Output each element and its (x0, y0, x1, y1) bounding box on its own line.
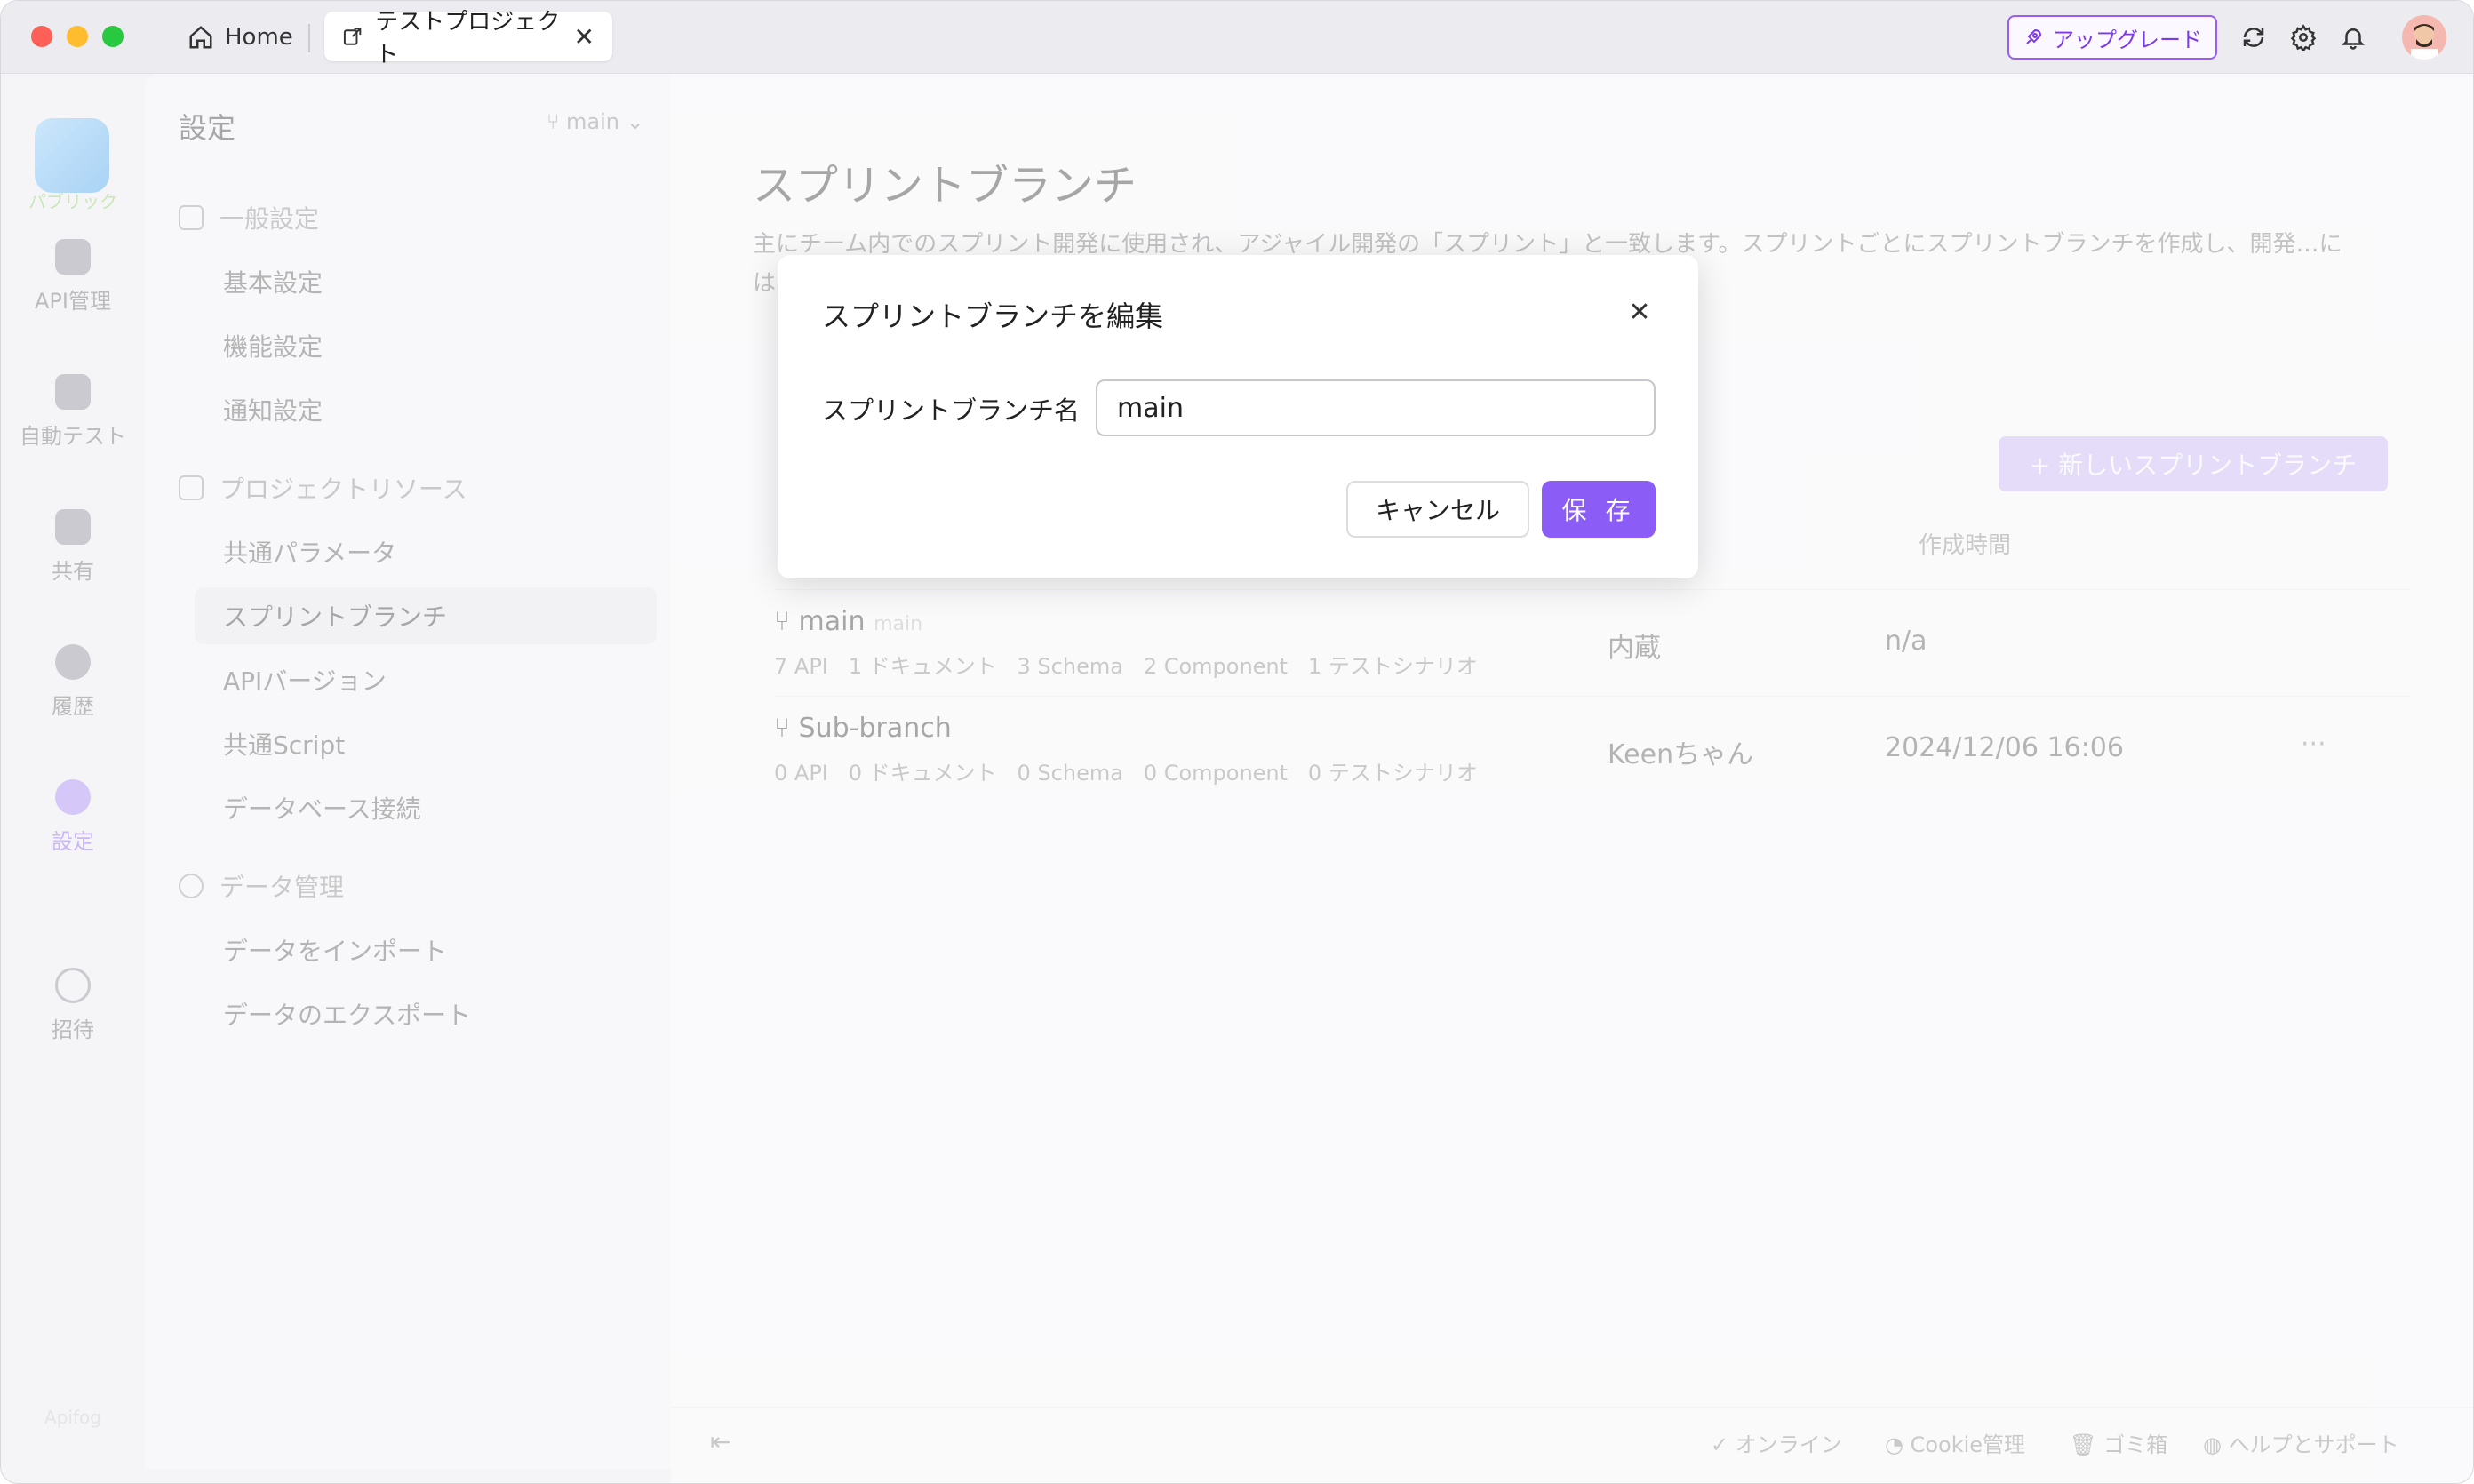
branch-name-input[interactable] (1096, 379, 1656, 436)
tab-close-icon[interactable]: ✕ (574, 22, 595, 52)
home-icon (189, 26, 212, 49)
save-button[interactable]: 保 存 (1542, 481, 1656, 538)
close-window-button[interactable] (31, 26, 52, 47)
gear-icon[interactable] (2286, 20, 2320, 54)
tab-home[interactable]: Home (188, 15, 293, 60)
upgrade-label: アップグレード (2053, 27, 2202, 52)
branch-name-label: スプリントブランチ名 (822, 395, 1081, 426)
avatar[interactable] (2402, 15, 2446, 60)
title-bar: Home テストプロジェクト ✕ アップグレード (1, 1, 2473, 74)
tab-home-label: Home (225, 24, 293, 51)
tab-divider (308, 24, 310, 52)
tab-project-label: テストプロジェクト (375, 9, 561, 68)
tab-project[interactable]: テストプロジェクト ✕ (324, 9, 612, 68)
refresh-icon[interactable] (2237, 20, 2270, 54)
maximize-window-button[interactable] (102, 26, 124, 47)
cancel-button[interactable]: キャンセル (1346, 481, 1529, 538)
close-icon[interactable]: ✕ (1624, 296, 1656, 328)
external-link-icon (343, 28, 362, 45)
edit-sprint-branch-dialog: スプリントブランチを編集 ✕ スプリントブランチ名 キャンセル 保 存 (778, 255, 1698, 578)
app-window: Home テストプロジェクト ✕ アップグレード パブリック API管理 自動テ… (0, 0, 2474, 1484)
rocket-icon (2026, 28, 2042, 44)
upgrade-button[interactable]: アップグレード (2007, 15, 2217, 60)
bell-icon[interactable] (2336, 20, 2370, 54)
minimize-window-button[interactable] (67, 26, 88, 47)
dialog-title: スプリントブランチを編集 (822, 299, 1164, 333)
